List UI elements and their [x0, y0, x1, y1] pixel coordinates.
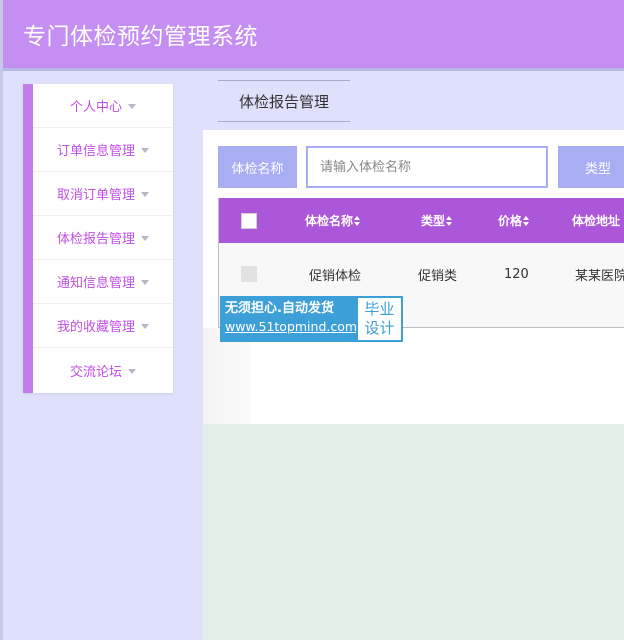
sidebar-item-notice-info[interactable]: 通知信息管理: [33, 260, 173, 304]
column-header-name[interactable]: 体检名称: [305, 198, 361, 243]
sidebar-item-label: 通知信息管理: [56, 276, 135, 291]
sidebar-item-label: 取消订单管理: [56, 188, 135, 203]
cell-type: 促销类: [418, 268, 458, 284]
chevron-down-icon: [141, 236, 149, 241]
sidebar-item-label: 订单信息管理: [56, 144, 135, 159]
chevron-down-icon: [141, 148, 149, 153]
sort-icon: [523, 215, 530, 226]
sidebar-item-label: 体检报告管理: [56, 232, 135, 247]
app-title: 专门体检预约管理系统: [23, 24, 258, 50]
ad-banner[interactable]: 无须担心.自动发货 www.51topmind.com 毕业 设计: [220, 296, 403, 342]
row-checkbox[interactable]: [241, 266, 257, 282]
cell-address: 某某医院: [575, 268, 624, 284]
ad-tag-line2: 设计: [364, 319, 395, 337]
chevron-down-icon: [128, 104, 136, 109]
panel-shadow: [203, 328, 251, 424]
sidebar-item-label: 我的收藏管理: [56, 320, 135, 335]
header-underline: [3, 68, 624, 71]
column-header-address[interactable]: 体检地址: [572, 198, 620, 243]
search-label: 体检名称: [218, 146, 297, 188]
sidebar-item-forum[interactable]: 交流论坛: [33, 348, 173, 392]
chevron-down-icon: [141, 324, 149, 329]
chevron-down-icon: [141, 192, 149, 197]
type-filter-button[interactable]: 类型: [558, 146, 624, 188]
chevron-down-icon: [141, 280, 149, 285]
ad-url-link[interactable]: www.51topmind.com: [225, 318, 357, 336]
column-header-type[interactable]: 类型: [421, 198, 453, 243]
sidebar-item-my-favorites[interactable]: 我的收藏管理: [33, 304, 173, 348]
breadcrumb: 体检报告管理: [218, 80, 350, 122]
ad-tag-line1: 毕业: [364, 300, 395, 318]
content-background: [203, 424, 624, 640]
select-all-checkbox[interactable]: [241, 212, 257, 229]
column-header-price[interactable]: 价格: [498, 198, 530, 243]
sidebar-item-order-info[interactable]: 订单信息管理: [33, 128, 173, 172]
sidebar-menu: 个人中心 订单信息管理 取消订单管理 体检报告管理 通知信息管理 我的收藏管理 …: [23, 84, 173, 393]
sidebar-item-personal-center[interactable]: 个人中心: [33, 84, 173, 128]
ad-slogan: 无须担心.自动发货: [225, 301, 334, 316]
search-input[interactable]: [306, 146, 548, 188]
app-header: 专门体检预约管理系统: [3, 0, 624, 68]
sidebar-item-label: 个人中心: [69, 100, 122, 115]
chevron-down-icon: [128, 368, 136, 374]
sort-icon: [354, 215, 361, 226]
sidebar-item-label: 交流论坛: [69, 364, 122, 380]
ad-slogan-block: 无须担心.自动发货 www.51topmind.com: [220, 296, 357, 342]
sort-icon: [446, 215, 453, 226]
cell-price: 120: [504, 266, 529, 282]
sidebar-item-exam-report[interactable]: 体检报告管理: [33, 216, 173, 260]
sidebar-item-cancel-order[interactable]: 取消订单管理: [33, 172, 173, 216]
table-header: 体检名称 类型 价格 体检地址: [219, 198, 624, 243]
ad-tag: 毕业 设计: [356, 296, 403, 342]
window-left-edge: [0, 0, 3, 640]
breadcrumb-current: 体检报告管理: [238, 92, 329, 111]
select-all-cell: [241, 198, 257, 243]
